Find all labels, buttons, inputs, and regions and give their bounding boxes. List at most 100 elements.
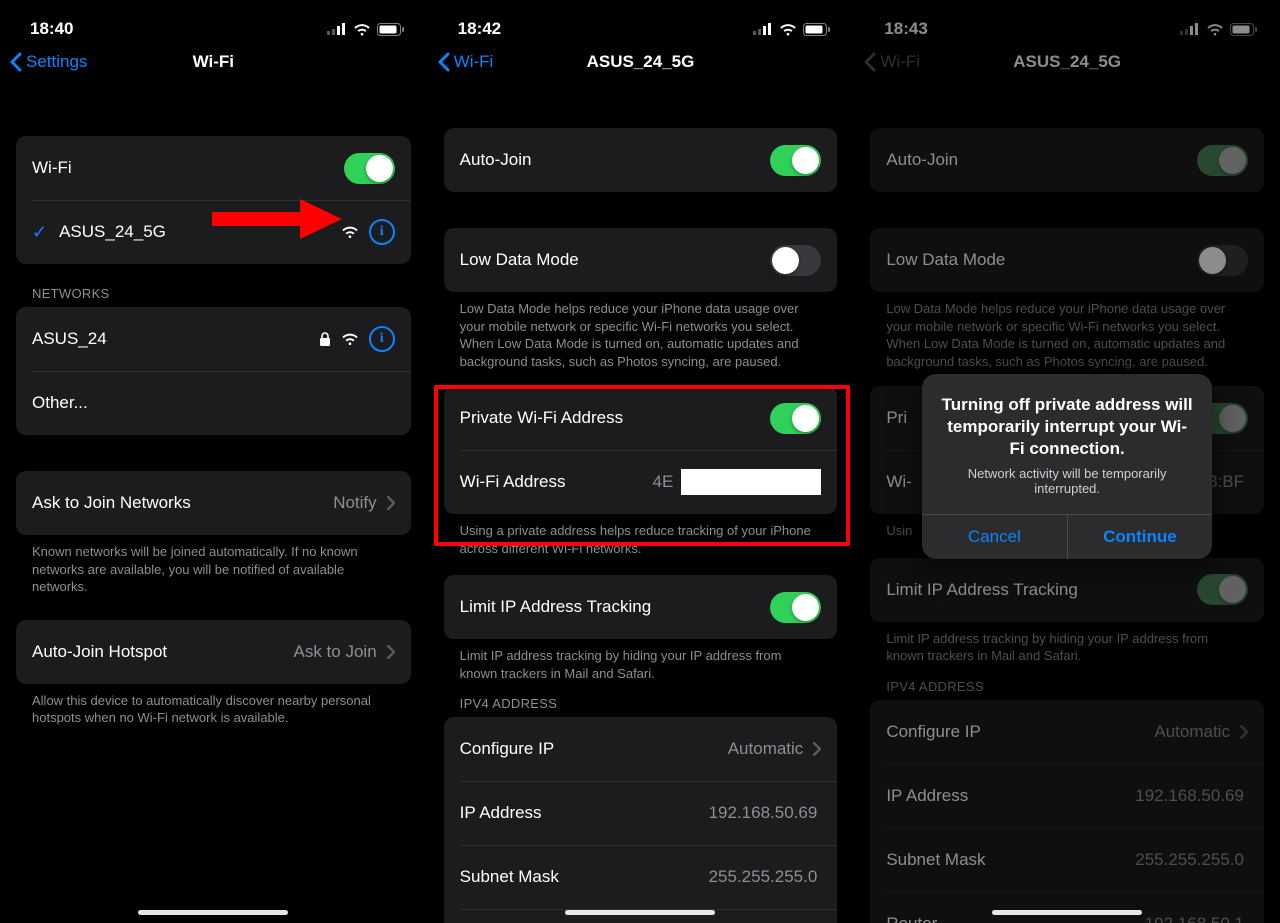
row-label: Subnet Mask [460,867,709,887]
wifi-icon [1206,23,1224,36]
info-icon[interactable]: i [369,326,395,352]
row-value: Automatic [728,739,804,759]
wifi-toggle[interactable] [344,153,395,184]
row-label: Limit IP Address Tracking [886,580,1197,600]
battery-icon [803,23,831,36]
limitip-toggle[interactable] [1197,574,1248,605]
clock: 18:42 [458,19,501,39]
private-address-row[interactable]: Private Wi-Fi Address [444,386,838,450]
back-button[interactable]: Wi-Fi [864,52,920,72]
wifi-signal-icon [341,332,359,346]
status-bar: 18:40 [0,0,427,44]
network-row[interactable]: ASUS_24 i [16,307,411,371]
clock: 18:40 [30,19,73,39]
nav-bar: Wi-Fi ASUS_24_5G [428,44,854,88]
lowdata-footer: Low Data Mode helps reduce your iPhone d… [854,292,1280,370]
alert-title: Turning off private address will tempora… [940,394,1194,460]
lowdata-toggle[interactable] [770,245,821,276]
autojoin-toggle[interactable] [770,145,821,176]
row-label: Low Data Mode [460,250,771,270]
home-indicator [992,910,1142,915]
row-value: Ask to Join [294,642,377,662]
row-label: Auto-Join Hotspot [32,642,294,662]
cellular-icon [1180,23,1200,35]
limitip-footer: Limit IP address tracking by hiding your… [428,639,854,682]
back-button[interactable]: Settings [10,52,87,72]
subnet-row: Subnet Mask 255.255.255.0 [870,828,1264,892]
page-title: ASUS_24_5G [854,52,1280,72]
clock: 18:43 [884,19,927,39]
home-indicator [565,910,715,915]
row-label: Subnet Mask [886,850,1135,870]
row-value: 192.168.50.69 [1135,786,1244,806]
row-label: Auto-Join [886,150,1197,170]
screen-network-details-alert: 18:43 Wi-Fi ASUS_24_5G Auto-Join Low Dat… [853,0,1280,923]
wifi-address-prefix: 4E [653,472,674,492]
lowdata-toggle[interactable] [1197,245,1248,276]
hotspot-row[interactable]: Auto-Join Hotspot Ask to Join [16,620,411,684]
row-label: Limit IP Address Tracking [460,597,771,617]
checkmark-icon: ✓ [32,222,47,243]
configip-row[interactable]: Configure IP Automatic [870,700,1264,764]
row-value: Notify [333,493,376,513]
wifi-icon [779,23,797,36]
continue-button[interactable]: Continue [1067,515,1213,559]
row-value: 255.255.255.0 [709,867,818,887]
limitip-footer: Limit IP address tracking by hiding your… [854,622,1280,665]
status-icons [753,23,831,36]
limitip-row[interactable]: Limit IP Address Tracking [870,558,1264,622]
limitip-toggle[interactable] [770,592,821,623]
row-value: 192.168.50.69 [709,803,818,823]
row-label: IP Address [460,803,709,823]
autojoin-row[interactable]: Auto-Join [870,128,1264,192]
battery-icon [1230,23,1258,36]
ask-join-row[interactable]: Ask to Join Networks Notify [16,471,411,535]
autojoin-row[interactable]: Auto-Join [444,128,838,192]
screen-wifi-list: 18:40 Settings Wi-Fi Wi-Fi ✓ ASUS_24_5G … [0,0,427,923]
row-label: Configure IP [460,739,728,759]
subnet-row: Subnet Mask 255.255.255.0 [444,845,838,909]
private-footer: Using a private address helps reduce tra… [428,514,854,557]
wifi-toggle-row[interactable]: Wi-Fi [16,136,411,200]
network-name: ASUS_24 [32,329,319,349]
lock-icon [319,332,331,347]
info-icon[interactable]: i [369,219,395,245]
ip-row: IP Address 192.168.50.69 [444,781,838,845]
chevron-right-icon [387,645,395,659]
row-label: Other... [32,393,395,413]
status-bar: 18:42 [428,0,854,44]
row-label: Wi-Fi [32,158,344,178]
lowdata-row[interactable]: Low Data Mode [870,228,1264,292]
chevron-left-icon [864,52,876,72]
screen-network-details: 18:42 Wi-Fi ASUS_24_5G Auto-Join Low Dat… [427,0,854,923]
cancel-button[interactable]: Cancel [922,515,1067,559]
ask-join-footer: Known networks will be joined automatica… [0,535,427,596]
wifi-address-row: Wi-Fi Address 4E [444,450,838,514]
lowdata-footer: Low Data Mode helps reduce your iPhone d… [428,292,854,370]
autojoin-toggle[interactable] [1197,145,1248,176]
configip-row[interactable]: Configure IP Automatic [444,717,838,781]
lowdata-row[interactable]: Low Data Mode [444,228,838,292]
private-toggle[interactable] [770,403,821,434]
row-label: Configure IP [886,722,1154,742]
hotspot-footer: Allow this device to automatically disco… [0,684,427,727]
limitip-row[interactable]: Limit IP Address Tracking [444,575,838,639]
router-row: Router 192.168.50.1 [870,892,1264,923]
other-network-row[interactable]: Other... [16,371,411,435]
nav-bar: Wi-Fi ASUS_24_5G [854,44,1280,88]
chevron-left-icon [438,52,450,72]
row-value: Automatic [1154,722,1230,742]
ip-row: IP Address 192.168.50.69 [870,764,1264,828]
row-label: Router [886,914,1144,923]
status-icons [1180,23,1258,36]
home-indicator [138,910,288,915]
redacted-address [681,469,821,495]
ipv4-header: IPV4 ADDRESS [428,682,854,717]
networks-header: NETWORKS [0,264,427,307]
chevron-right-icon [387,496,395,510]
back-button[interactable]: Wi-Fi [438,52,494,72]
battery-icon [377,23,405,36]
row-value: 255.255.255.0 [1135,850,1244,870]
row-label: Ask to Join Networks [32,493,333,513]
row-label: Wi- [886,472,911,492]
